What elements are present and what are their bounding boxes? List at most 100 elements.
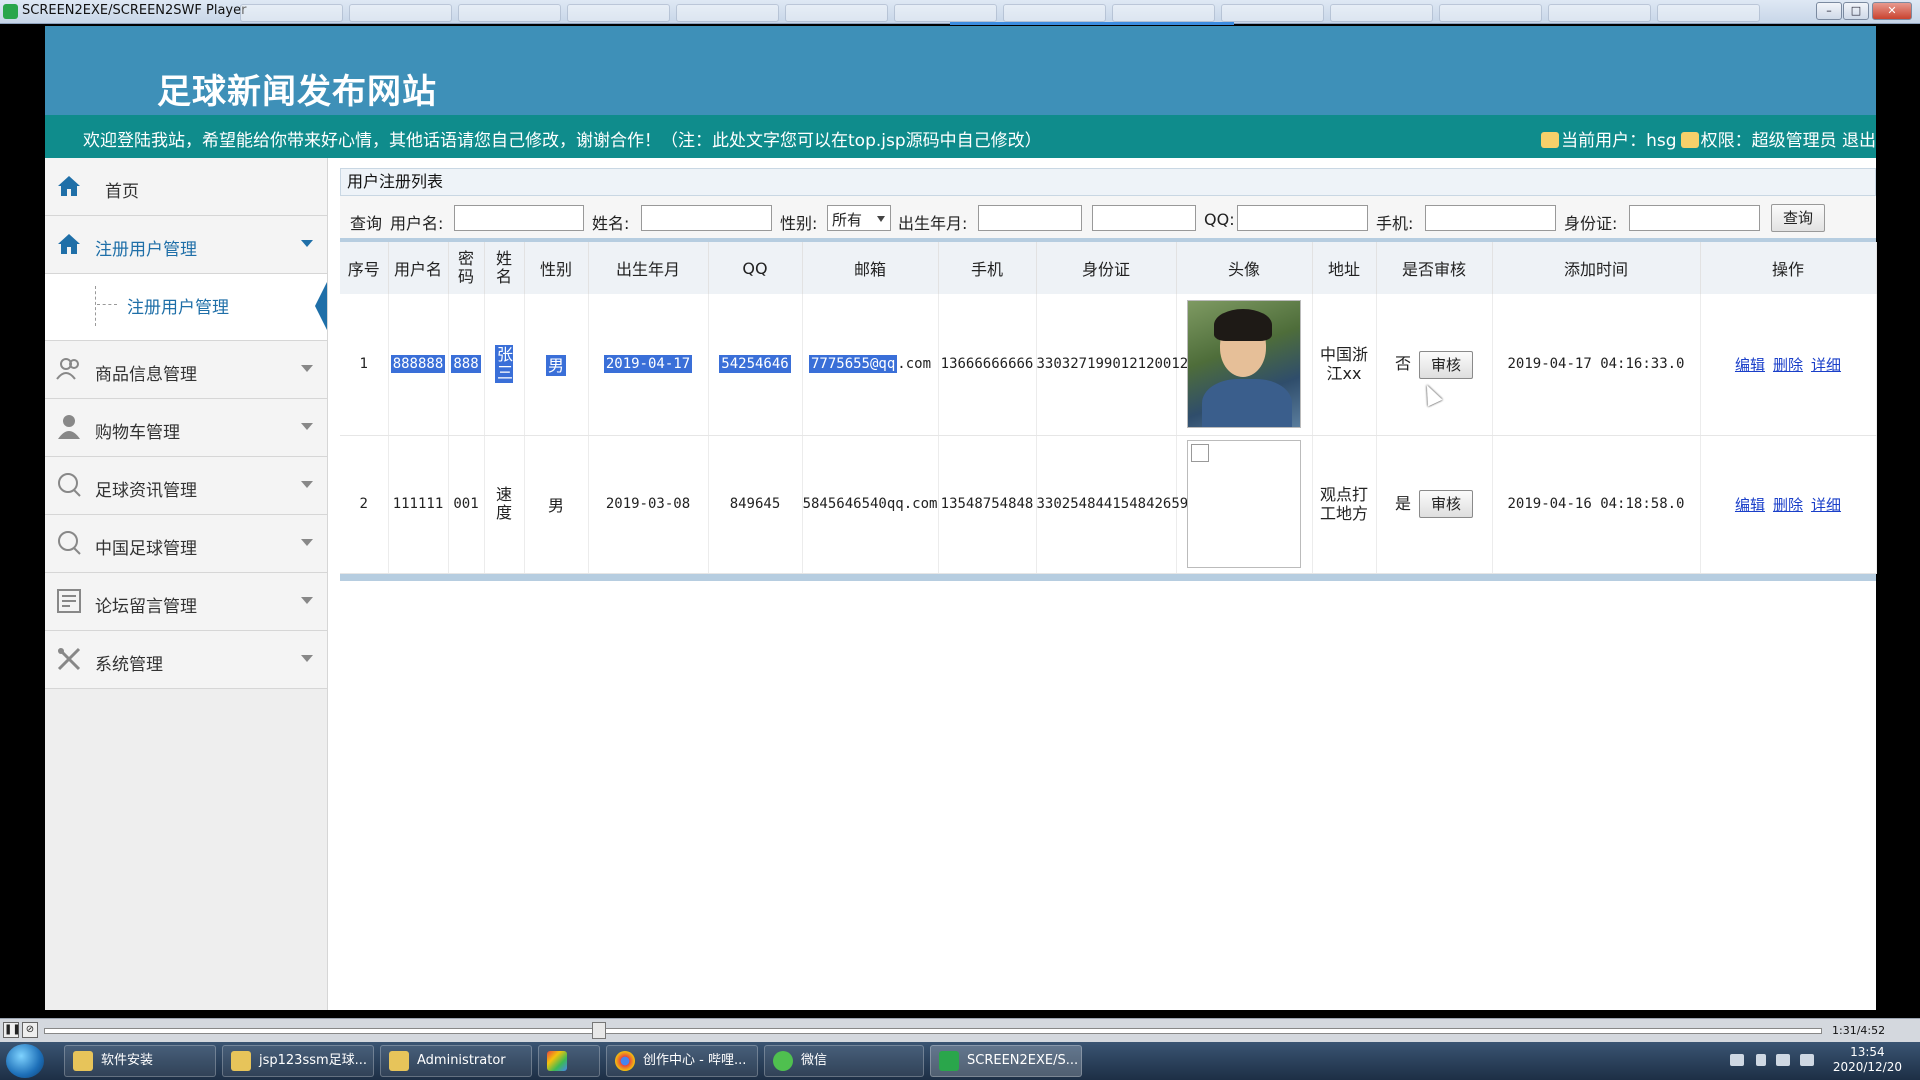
chat-icon [58, 531, 81, 555]
task-screen2exe[interactable]: SCREEN2EXE/S... [930, 1045, 1082, 1077]
tab[interactable] [894, 4, 997, 22]
permission-text[interactable]: 权限：超级管理员 退出 [1701, 131, 1876, 151]
task-administrator[interactable]: Administrator [380, 1045, 532, 1077]
column-header: 性别 [524, 242, 589, 294]
tab[interactable] [458, 4, 561, 22]
cell-birth: 2019-04-17 [588, 294, 709, 436]
gender-label: 性别: [780, 214, 818, 233]
tab[interactable] [349, 4, 452, 22]
player-controls: ❚❚ ⊘ 1:31/4:52 [0, 1018, 1920, 1042]
tab[interactable] [785, 4, 888, 22]
app-icon [547, 1051, 567, 1071]
table-row: 1 888888 888 张三 男 2019-04-17 54254646 77… [340, 294, 1877, 436]
edit-link[interactable]: 编辑 [1735, 496, 1765, 514]
tab[interactable] [1003, 4, 1106, 22]
tab[interactable] [1657, 4, 1760, 22]
maximize-button[interactable]: □ [1843, 2, 1869, 20]
tab[interactable] [1548, 4, 1651, 22]
tab[interactable] [1221, 4, 1324, 22]
tab[interactable] [1330, 4, 1433, 22]
table-header-row: 序号 用户名 密码 姓名 性别 出生年月 QQ 邮箱 手机 身份证 头像 地址 … [340, 242, 1877, 294]
birth-end-input[interactable] [1092, 205, 1196, 231]
folder-icon [73, 1051, 93, 1071]
close-button[interactable]: ✕ [1872, 2, 1912, 20]
current-user: 当前用户：hsg [1561, 131, 1677, 151]
column-header: 出生年月 [588, 242, 709, 294]
audit-button[interactable]: 审核 [1419, 490, 1473, 519]
sidebar: 首页 注册用户管理 注册用户管理 商品信息管理 购物车管理 足球资讯管理 中国足… [45, 158, 328, 1010]
idcard-input[interactable] [1629, 205, 1760, 231]
broken-image-icon [1191, 444, 1209, 462]
sidebar-item-label: 购物车管理 [95, 423, 180, 443]
delete-link[interactable]: 删除 [1773, 496, 1803, 514]
seek-track[interactable] [44, 1028, 1822, 1034]
tab[interactable] [240, 4, 343, 22]
seek-thumb[interactable] [592, 1022, 606, 1039]
cell-name: 速度 [484, 435, 525, 574]
volume-icon[interactable] [1776, 1054, 1790, 1066]
column-header: 密码 [448, 242, 485, 294]
task-chrome[interactable]: 创作中心 - 哔哩... [606, 1045, 758, 1077]
audit-status: 是 [1394, 493, 1411, 513]
column-header: 身份证 [1036, 242, 1177, 294]
tab[interactable] [676, 4, 779, 22]
breadcrumb: 用户注册列表 [340, 168, 1876, 196]
qq-input[interactable] [1237, 205, 1368, 231]
sidebar-item-china-football[interactable]: 中国足球管理 [45, 515, 327, 573]
sidebar-subitem-label: 注册用户管理 [127, 298, 229, 318]
network-icon[interactable] [1800, 1054, 1814, 1066]
detail-link[interactable]: 详细 [1811, 356, 1841, 374]
welcome-notice: 欢迎登陆我站，希望能给你带来好心情，其他话语请您自己修改，谢谢合作！（注：此处文… [83, 131, 1042, 151]
sidebar-item-goods[interactable]: 商品信息管理 [45, 341, 327, 399]
table-footer [340, 573, 1876, 581]
cell-qq: 849645 [708, 435, 803, 574]
search-button[interactable]: 查询 [1771, 204, 1825, 232]
sidebar-item-system[interactable]: 系统管理 [45, 631, 327, 689]
audit-button[interactable]: 审核 [1419, 350, 1473, 379]
edit-link[interactable]: 编辑 [1735, 356, 1765, 374]
tab[interactable] [567, 4, 670, 22]
column-header: 操作 [1700, 242, 1877, 294]
task-jsp-folder[interactable]: jsp123ssm足球... [222, 1045, 374, 1077]
column-header: 用户名 [388, 242, 449, 294]
tab[interactable] [1112, 4, 1215, 22]
pause-button[interactable]: ❚❚ [3, 1022, 21, 1038]
gender-select[interactable]: 所有 [827, 205, 891, 231]
cell-username: 111111 [388, 435, 449, 574]
name-input[interactable] [641, 205, 772, 231]
sidebar-item-football-news[interactable]: 足球资讯管理 [45, 457, 327, 515]
detail-link[interactable]: 详细 [1811, 496, 1841, 514]
cell-gender: 男 [524, 294, 589, 436]
window-titlebar: SCREEN2EXE/SCREEN2SWF Player – □ ✕ [0, 0, 1920, 25]
sidebar-item-cart[interactable]: 购物车管理 [45, 399, 327, 457]
system-tray: 13:54 2020/12/20 [1700, 1042, 1920, 1080]
show-hidden-icon[interactable] [1756, 1054, 1766, 1066]
sidebar-item-home[interactable]: 首页 [45, 158, 327, 216]
keyboard-icon[interactable] [1730, 1054, 1744, 1066]
sidebar-subitem-user-management[interactable]: 注册用户管理 [45, 274, 327, 341]
username-input[interactable] [454, 205, 584, 231]
cell-gender: 男 [524, 435, 589, 574]
active-marker [315, 282, 327, 330]
avatar [1187, 440, 1301, 568]
cell-idcard: 330254844154842659 [1036, 435, 1188, 574]
cell-operations: 编辑 删除 详细 [1700, 435, 1877, 574]
phone-input[interactable] [1425, 205, 1556, 231]
tab[interactable] [1439, 4, 1542, 22]
clock[interactable]: 13:54 2020/12/20 [1833, 1045, 1902, 1075]
sidebar-item-forum[interactable]: 论坛留言管理 [45, 573, 327, 631]
cell-idcard: 330327199012120012 [1036, 294, 1188, 436]
stop-button[interactable]: ⊘ [22, 1022, 38, 1038]
task-app[interactable] [538, 1045, 600, 1077]
task-wechat[interactable]: 微信 [764, 1045, 924, 1077]
birth-start-input[interactable] [978, 205, 1082, 231]
chevron-down-icon [301, 365, 313, 372]
qq-label: QQ: [1204, 210, 1235, 229]
minimize-button[interactable]: – [1816, 2, 1842, 20]
task-software-install[interactable]: 软件安装 [64, 1045, 216, 1077]
chevron-down-icon [301, 423, 313, 430]
column-header: 头像 [1176, 242, 1313, 294]
sidebar-item-user-management[interactable]: 注册用户管理 [45, 216, 327, 274]
delete-link[interactable]: 删除 [1773, 356, 1803, 374]
start-button[interactable] [6, 1044, 44, 1078]
